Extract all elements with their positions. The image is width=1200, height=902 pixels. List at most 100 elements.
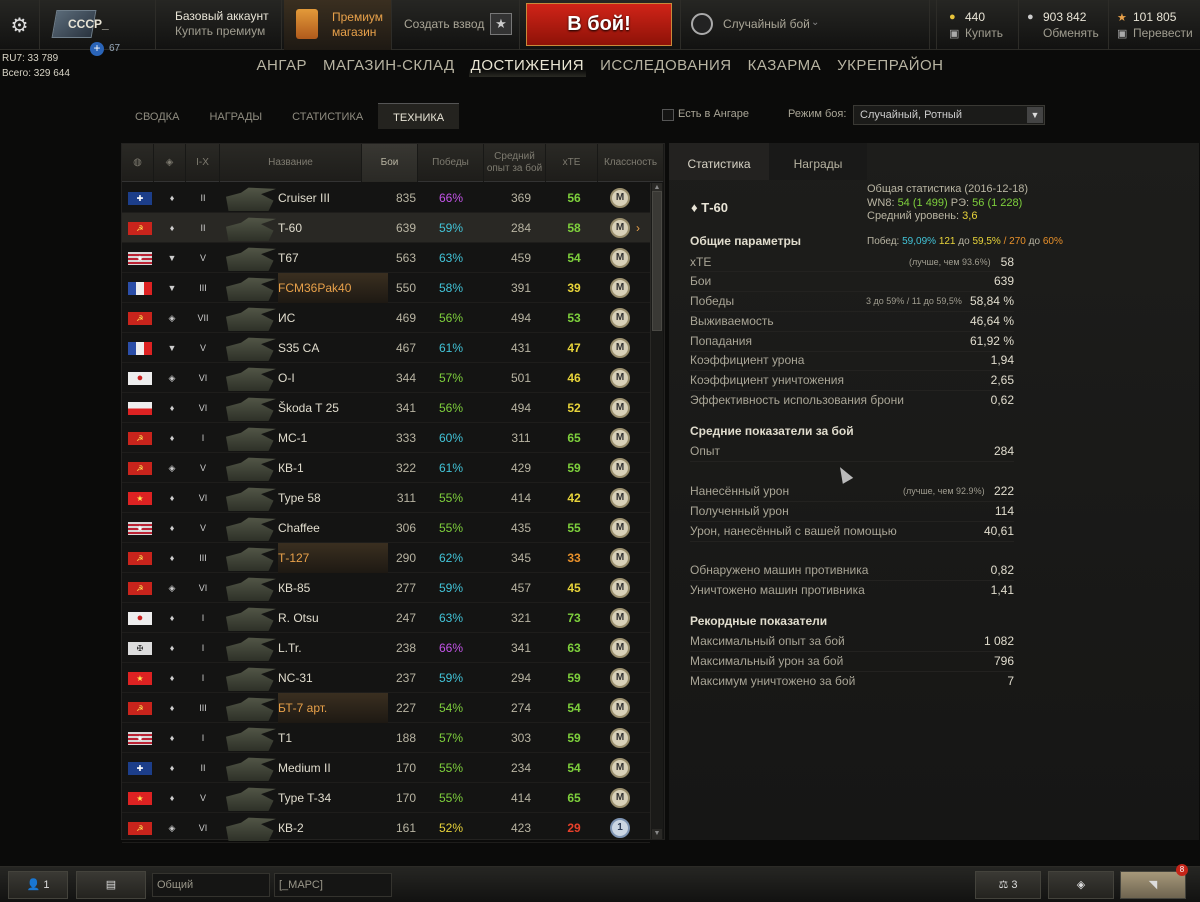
tab-summary[interactable]: СВОДКА [120, 103, 194, 129]
table-row[interactable]: ☭ ◈ VI КВ-85 277 59% 457 45 M [122, 573, 650, 603]
transfer-xp-link[interactable]: Перевести [1133, 26, 1193, 40]
table-row[interactable]: ★ ♦ I NC-31 237 59% 294 59 M [122, 663, 650, 693]
win-rate: 56% [438, 401, 464, 415]
damage-label: Нанесённый урон [690, 484, 790, 498]
battles-count: 550 [395, 281, 416, 295]
in-hangar-checkbox[interactable] [662, 109, 674, 121]
avg-exp: 234 [510, 761, 532, 775]
chevron-down-icon[interactable]: ▼ [1027, 107, 1043, 123]
mastery-badge-icon: M [610, 608, 630, 628]
battles-count: 238 [395, 641, 416, 655]
exchange-link[interactable]: Обменять [1043, 26, 1099, 40]
top-bar: ⚙ СССР_ Базовый аккаунт Купить премиум П… [0, 0, 1200, 50]
nav-item-5[interactable]: УКРЕПРАЙОН [835, 54, 945, 77]
nav-item-3[interactable]: ИССЛЕДОВАНИЯ [598, 54, 734, 77]
scroll-thumb[interactable] [652, 191, 662, 331]
divider [690, 331, 1014, 332]
battles-count: 277 [395, 581, 416, 595]
scroll-down-icon[interactable]: ▼ [652, 829, 662, 839]
create-platoon-button[interactable]: Создать взвод ★ [394, 0, 520, 50]
achievements-subtabs: СВОДКА НАГРАДЫ СТАТИСТИКА ТЕХНИКА [120, 103, 460, 129]
tab-awards[interactable]: НАГРАДЫ [194, 103, 277, 129]
table-row[interactable]: ★ ♦ V Type T-34 170 55% 414 65 M [122, 783, 650, 813]
vehicle-class-icon: ♦ [169, 793, 175, 803]
notifications-button[interactable]: ◥ [1120, 871, 1186, 899]
compare-button[interactable]: ⚖ 3 [975, 871, 1041, 899]
table-row[interactable]: ☭ ◈ V КВ-1 322 61% 429 59 M [122, 453, 650, 483]
sort-by-battles[interactable]: Бои [362, 144, 418, 182]
battle-mode-filter-label: Режим боя: [788, 108, 847, 120]
chat-button[interactable]: ▤ [76, 871, 146, 899]
table-row[interactable]: ☭ ♦ III БТ-7 арт. 227 54% 274 54 M [122, 693, 650, 723]
buy-premium-link[interactable]: Купить премиум [175, 24, 281, 39]
table-row[interactable]: ★ ♦ I T1 188 57% 303 59 M [122, 723, 650, 753]
sort-by-nation[interactable]: ◍ [122, 144, 154, 182]
create-platoon-label: Создать взвод [404, 17, 485, 31]
channel-clan[interactable]: [_МАРС] [274, 873, 392, 897]
xte-rating: 73 [567, 611, 581, 625]
gold-block[interactable]: ● 440 ▣ Купить [936, 0, 1018, 50]
table-row[interactable]: ★ ▼ V T67 563 63% 459 54 M [122, 243, 650, 273]
table-row[interactable]: ✚ ♦ II Medium II 170 55% 234 54 M [122, 753, 650, 783]
table-scrollbar[interactable]: ▲ ▼ [650, 183, 663, 839]
channel-general[interactable]: Общий [152, 873, 270, 897]
table-row[interactable]: ☭ ◈ VII ИС 469 56% 494 53 M [122, 303, 650, 333]
table-row[interactable]: ✠ ♦ I L.Tr. 238 66% 341 63 M [122, 633, 650, 663]
sort-by-name[interactable]: Название [220, 144, 362, 182]
divider [690, 580, 1014, 581]
nation-flag-icon [128, 402, 152, 415]
tank-icon [226, 787, 276, 811]
premium-shop-button[interactable]: Премиум магазин [284, 0, 392, 50]
tab-vehicle-awards[interactable]: Награды [769, 143, 867, 180]
re-value: 56 (1 228) [972, 196, 1023, 209]
nav-item-1[interactable]: МАГАЗИН-СКЛАД [321, 54, 457, 77]
table-row[interactable]: ▼ III FCM36Pak40 550 58% 391 39 M [122, 273, 650, 303]
tab-vehicle-statistics[interactable]: Статистика [669, 143, 769, 180]
referral-button[interactable]: ◈ [1048, 871, 1114, 899]
tab-vehicles[interactable]: ТЕХНИКА [378, 103, 460, 129]
table-row[interactable]: ★ ♦ VI Type 58 311 55% 414 42 M [122, 483, 650, 513]
table-row[interactable]: ▼ V S35 CA 467 61% 431 47 M [122, 333, 650, 363]
table-row[interactable]: ● ♦ I R. Otsu 247 63% 321 73 M [122, 603, 650, 633]
tank-icon [226, 637, 276, 661]
battle-button[interactable]: В бой! [526, 3, 672, 46]
frags-label: Уничтожено машин противника [690, 583, 865, 597]
table-row[interactable]: ☭ ♦ III Т-127 290 62% 345 33 M [122, 543, 650, 573]
table-row[interactable]: ♦ VI Škoda T 25 341 56% 494 52 M [122, 393, 650, 423]
nav-item-2[interactable]: ДОСТИЖЕНИЯ [468, 54, 587, 77]
free-xp-block[interactable]: ★ 101 805 ▣ Перевести [1108, 0, 1200, 50]
battle-mode-filter-select[interactable]: Случайный, Ротный ▼ [853, 105, 1045, 125]
hits-value: 61,92 % [969, 334, 1014, 348]
credits-block[interactable]: ● 903 842 Обменять [1018, 0, 1108, 50]
sort-by-class[interactable]: ◈ [154, 144, 186, 182]
battles-count: 341 [395, 401, 416, 415]
nav-item-4[interactable]: КАЗАРМА [746, 54, 823, 77]
settings-button[interactable]: ⚙ [0, 0, 40, 50]
avg-exp: 321 [510, 611, 532, 625]
sort-by-avg-exp[interactable]: Средний опыт за бой [484, 144, 546, 182]
table-row[interactable]: ☭ ♦ II T-60 639 59% 284 58 M › [122, 213, 650, 243]
buy-gold-link[interactable]: Купить [965, 26, 1003, 40]
table-row[interactable]: ✚ ♦ II Cruiser III 835 66% 369 56 M [122, 183, 650, 213]
table-row[interactable]: ☭ ♦ I МС-1 333 60% 311 65 M [122, 423, 650, 453]
tier-label: II [200, 763, 206, 773]
nation-flag-icon: ☭ [128, 432, 152, 445]
tank-icon [226, 577, 276, 601]
account-block[interactable]: Базовый аккаунт Купить премиум [158, 0, 282, 50]
table-row[interactable]: ★ ♦ V Chaffee 306 55% 435 55 M [122, 513, 650, 543]
globe-icon: ◍ [133, 157, 142, 168]
nav-item-0[interactable]: АНГАР [254, 54, 308, 77]
tier-label: I [201, 433, 205, 443]
battle-mode-selector[interactable]: Случайный бой ⌄ [680, 0, 930, 50]
divider [690, 501, 1014, 502]
in-hangar-label[interactable]: Есть в Ангаре [678, 108, 749, 120]
tab-statistics[interactable]: СТАТИСТИКА [277, 103, 378, 129]
sort-by-tier[interactable]: I-X [186, 144, 220, 182]
table-row[interactable]: ● ◈ VI O-I 344 57% 501 46 M [122, 363, 650, 393]
sort-by-wins[interactable]: Победы [418, 144, 484, 182]
battles-count: 311 [396, 491, 416, 505]
table-row[interactable]: ☭ ◈ VI КВ-2 161 52% 423 29 1 [122, 813, 650, 843]
friends-button[interactable]: 👤 1 [8, 871, 68, 899]
sort-by-xte[interactable]: xTE [546, 144, 598, 182]
sort-by-class-mark[interactable]: Классность [598, 144, 664, 182]
